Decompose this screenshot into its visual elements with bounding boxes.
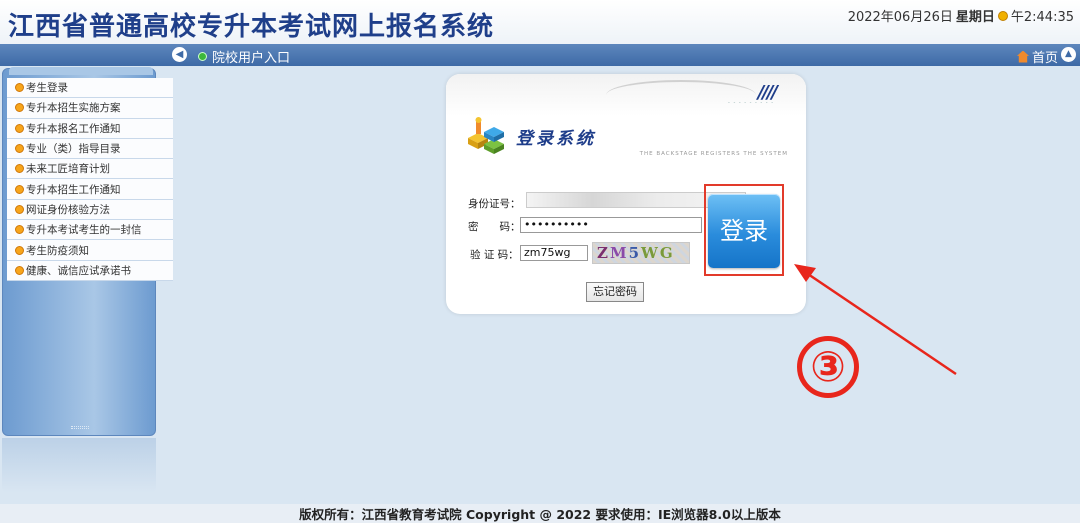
bullet-icon xyxy=(15,245,24,255)
home-link[interactable]: 首页 xyxy=(1016,47,1058,66)
bullet-icon xyxy=(15,83,24,93)
sidebar-item-label: 专升本考试考生的一封信 xyxy=(26,224,142,237)
login-subheading: THE BACKSTAGE REGISTERS THE SYSTEM xyxy=(639,151,788,157)
header: 江西省普通高校专升本考试网上报名系统 2022年06月26日 星期日 午2:44… xyxy=(0,0,1080,44)
bullet-icon xyxy=(15,265,24,275)
sidebar-item-label: 未来工匠培育计划 xyxy=(26,163,110,176)
blocks-logo-icon xyxy=(468,117,504,154)
bullet-icon xyxy=(15,123,24,133)
sidebar-item-craftsman-plan[interactable]: 未来工匠培育计划 xyxy=(7,159,173,180)
bullet-icon xyxy=(15,103,24,113)
college-user-entry[interactable]: 院校用户入口 xyxy=(198,47,290,66)
sidebar-tab xyxy=(9,67,153,75)
site-title: 江西省普通高校专升本考试网上报名系统 xyxy=(8,12,495,42)
slash-decoration-sub: - - - - - - - - - xyxy=(728,100,774,106)
sidebar-resize-handle[interactable] xyxy=(71,426,89,429)
sidebar-item-major-catalog[interactable]: 专业（类）指导目录 xyxy=(7,138,173,160)
captcha-label: 验 证 码： xyxy=(470,249,519,261)
step-number-badge: ③ xyxy=(797,336,859,398)
sidebar-menu: 考生登录 专升本招生实施方案 专升本报名工作通知 专业（类）指导目录 未来工匠培… xyxy=(7,78,173,281)
bullet-icon xyxy=(15,184,24,194)
sidebar-item-epidemic-notice[interactable]: 考生防疫须知 xyxy=(7,240,173,261)
sidebar-item-candidate-login[interactable]: 考生登录 xyxy=(7,78,173,99)
bullet-icon xyxy=(15,164,24,174)
sidebar-item-letter[interactable]: 专升本考试考生的一封信 xyxy=(7,220,173,241)
login-heading: 登录系统 xyxy=(516,129,596,149)
entry-dot-icon xyxy=(198,52,207,61)
datetime: 2022年06月26日 星期日 午2:44:35 xyxy=(848,6,1074,25)
home-label: 首页 xyxy=(1031,51,1058,66)
sidebar-item-label: 健康、诚信应试承诺书 xyxy=(26,264,131,277)
date-text: 2022年06月26日 xyxy=(847,10,953,25)
sidebar-item-label: 专业（类）指导目录 xyxy=(26,143,121,156)
sidebar-item-label: 专升本招生工作通知 xyxy=(26,183,121,196)
sidebar: 考生登录 专升本招生实施方案 专升本报名工作通知 专业（类）指导目录 未来工匠培… xyxy=(2,67,173,436)
login-button[interactable]: 登录 xyxy=(708,194,780,268)
home-icon xyxy=(1016,50,1029,63)
sidebar-item-id-verification[interactable]: 网证身份核验方法 xyxy=(7,199,173,221)
sidebar-item-label: 网证身份核验方法 xyxy=(26,203,110,216)
sidebar-item-registration-notice[interactable]: 专升本报名工作通知 xyxy=(7,118,173,139)
navbar: ◀ 院校用户入口 首页 ▲ xyxy=(0,44,1080,66)
sidebar-item-integrity-pledge[interactable]: 健康、诚信应试承诺书 xyxy=(7,260,173,281)
clock-icon xyxy=(997,10,1008,21)
id-number-label: 身份证号： xyxy=(468,198,521,210)
sidebar-item-label: 考生防疫须知 xyxy=(26,244,89,257)
sidebar-item-admission-notice[interactable]: 专升本招生工作通知 xyxy=(7,179,173,200)
bullet-icon xyxy=(15,204,24,214)
password-label: 密 码： xyxy=(468,221,521,233)
collapse-right-icon[interactable]: ▲ xyxy=(1061,47,1076,62)
sidebar-item-label: 专升本招生实施方案 xyxy=(26,102,121,115)
weekday-text: 星期日 xyxy=(955,10,995,25)
bullet-icon xyxy=(15,225,24,235)
bullet-icon xyxy=(15,144,24,154)
captcha-input[interactable]: zm75wg xyxy=(520,245,588,261)
collapse-left-icon[interactable]: ◀ xyxy=(172,47,187,62)
sidebar-item-admission-plan[interactable]: 专升本招生实施方案 xyxy=(7,98,173,119)
sidebar-item-label: 考生登录 xyxy=(26,82,68,95)
sidebar-item-label: 专升本报名工作通知 xyxy=(26,122,121,135)
footer-copyright: 版权所有：江西省教育考试院 Copyright @ 2022 要求使用：IE浏览… xyxy=(0,504,1080,523)
forgot-password-button[interactable]: 忘记密码 xyxy=(586,282,644,302)
sidebar-reflection xyxy=(2,438,156,493)
captcha-image[interactable]: ZM5WG xyxy=(592,242,690,264)
college-user-entry-label: 院校用户入口 xyxy=(212,51,291,66)
time-text: 午2:44:35 xyxy=(1010,10,1074,25)
password-input[interactable]: •••••••••• xyxy=(520,217,702,233)
